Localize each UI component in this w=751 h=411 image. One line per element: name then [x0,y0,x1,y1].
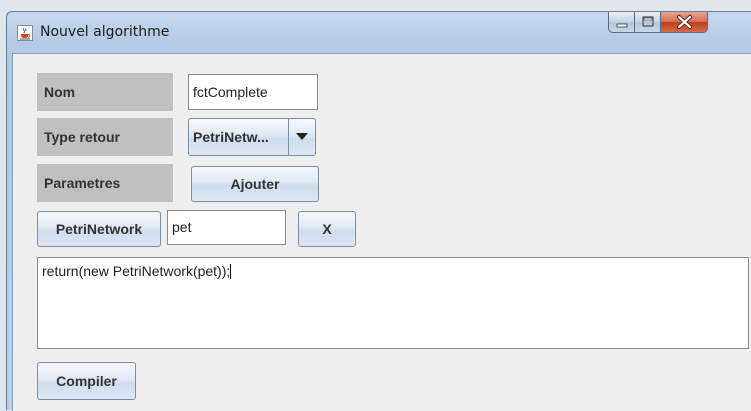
parametres-label: Parametres [37,164,173,202]
code-editor[interactable]: return(new PetriNetwork(pet)); [37,257,749,349]
code-text: return(new PetriNetwork(pet)); [42,263,231,279]
dialog-window: Nouvel algorithme Nom fctComplete Type r… [6,11,751,411]
remove-parameter-button[interactable]: X [298,211,356,247]
parameter-type-button[interactable]: PetriNetwork [37,211,161,247]
parameter-name-input[interactable]: pet [167,210,286,245]
nom-input[interactable]: fctComplete [188,74,318,110]
close-button[interactable] [661,12,708,33]
maximize-icon [642,16,654,27]
window-title: Nouvel algorithme [40,24,170,40]
dropdown-arrow-icon [296,133,308,140]
compiler-button[interactable]: Compiler [37,362,136,400]
text-caret [230,264,232,279]
type-retour-label: Type retour [37,118,173,156]
minimize-icon [616,23,628,28]
type-retour-value: PetriNetw... [193,129,269,145]
title-bar[interactable]: Nouvel algorithme [7,12,751,52]
type-retour-select[interactable]: PetriNetw... [188,118,316,156]
close-icon [677,15,692,29]
window-controls [608,12,708,33]
dialog-content: Nom fctComplete Type retour PetriNetw...… [12,53,751,411]
nom-label: Nom [37,73,173,111]
maximize-button[interactable] [635,12,661,33]
dropdown-arrow-button[interactable] [288,119,315,155]
minimize-button[interactable] [608,12,635,33]
ajouter-button[interactable]: Ajouter [191,166,319,202]
java-cup-icon [17,25,33,41]
